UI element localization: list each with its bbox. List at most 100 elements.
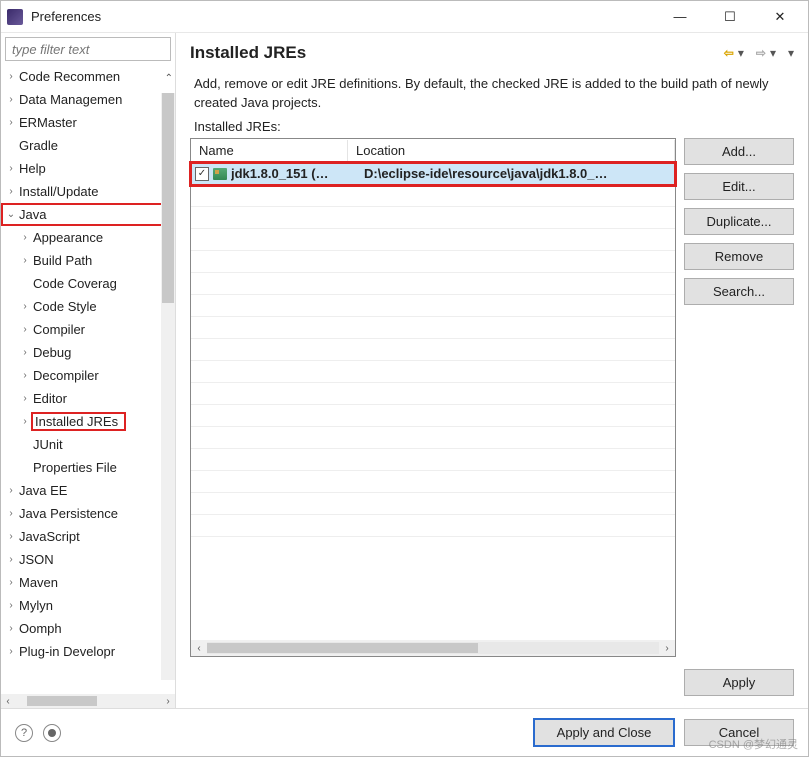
nav-forward-icon[interactable]: ⇨ [756,46,766,60]
tree-item-label: Code Recommen [17,69,122,84]
jre-checkbox[interactable]: ✓ [195,167,209,181]
window-title: Preferences [31,9,664,24]
maximize-button[interactable]: ☐ [714,9,746,25]
tree-item-java[interactable]: ⌄Java [1,203,175,226]
tree-item-label: ERMaster [17,115,79,130]
tree-item-code-style[interactable]: ›Code Style [1,295,175,318]
tree-item-compiler[interactable]: ›Compiler [1,318,175,341]
tree-item-label: Data Managemen [17,92,124,107]
tree-item-label: JavaScript [17,529,82,544]
view-menu-icon[interactable]: ▾ [788,46,794,60]
table-header: Name Location [191,139,675,163]
tree-item-installed-jres[interactable]: ›Installed JREs [1,410,175,433]
tree-item-label: Compiler [31,322,87,337]
chevron-right-icon[interactable]: › [5,600,17,611]
scrollbar-thumb[interactable] [162,93,174,303]
tree-item-label: Install/Update [17,184,101,199]
tree-item-label: Java Persistence [17,506,120,521]
duplicate-button[interactable]: Duplicate... [684,208,794,235]
column-header-name[interactable]: Name [191,140,348,161]
tree-item-label: Help [17,161,48,176]
column-header-location[interactable]: Location [348,140,675,161]
chevron-right-icon[interactable]: › [5,623,17,634]
tree-item-install-update[interactable]: ›Install/Update [1,180,175,203]
nav-back-icon[interactable]: ⇦ [724,46,734,60]
tree-item-mylyn[interactable]: ›Mylyn [1,594,175,617]
tree-item-json[interactable]: ›JSON [1,548,175,571]
chevron-right-icon[interactable]: › [19,416,31,427]
chevron-right-icon[interactable]: › [5,646,17,657]
chevron-right-icon[interactable]: › [19,347,31,358]
scrollbar-thumb[interactable] [27,696,97,706]
tree-item-plug-in-developr[interactable]: ›Plug-in Developr [1,640,175,663]
remove-button[interactable]: Remove [684,243,794,270]
chevron-right-icon[interactable]: › [5,508,17,519]
tree-item-appearance[interactable]: ›Appearance [1,226,175,249]
tree-item-build-path[interactable]: ›Build Path [1,249,175,272]
chevron-right-icon[interactable]: › [19,393,31,404]
chevron-down-icon[interactable]: ⌄ [5,209,17,220]
tree-item-label: Gradle [17,138,60,153]
chevron-right-icon[interactable]: › [19,370,31,381]
app-icon [7,9,23,25]
tree-item-java-persistence[interactable]: ›Java Persistence [1,502,175,525]
chevron-right-icon[interactable]: › [5,186,17,197]
scrollbar-thumb[interactable] [207,643,478,653]
tree-item-oomph[interactable]: ›Oomph [1,617,175,640]
chevron-right-icon[interactable]: › [19,301,31,312]
tree-item-debug[interactable]: ›Debug [1,341,175,364]
tree-item-label: Mylyn [17,598,55,613]
tree-item-decompiler[interactable]: ›Decompiler [1,364,175,387]
tree-item-gradle[interactable]: ›Gradle [1,134,175,157]
tree-item-code-coverag[interactable]: ›Code Coverag [1,272,175,295]
jre-row[interactable]: ✓ jdk1.8.0_151 (… D:\eclipse-ide\resourc… [191,163,675,185]
chevron-right-icon[interactable]: › [5,577,17,588]
tree-item-label: Code Style [31,299,99,314]
oomph-recorder-icon[interactable] [43,724,61,742]
tree-item-label: Java EE [17,483,69,498]
apply-button[interactable]: Apply [684,669,794,696]
nav-forward-menu[interactable]: ▾ [770,46,776,60]
tree-item-label: JUnit [31,437,65,452]
chevron-right-icon[interactable]: › [19,255,31,266]
tree-item-ermaster[interactable]: ›ERMaster [1,111,175,134]
chevron-right-icon[interactable]: › [19,232,31,243]
chevron-right-icon[interactable]: › [5,531,17,542]
tree-item-javascript[interactable]: ›JavaScript [1,525,175,548]
tree-scrollbar-horizontal[interactable]: ‹ › [1,694,175,708]
add-button[interactable]: Add... [684,138,794,165]
jre-table[interactable]: Name Location ✓ jdk1.8.0_151 (… D:\eclip… [190,138,676,657]
tree-item-editor[interactable]: ›Editor [1,387,175,410]
tree-item-junit[interactable]: ›JUnit [1,433,175,456]
tree-item-maven[interactable]: ›Maven [1,571,175,594]
tree-item-label: Oomph [17,621,64,636]
chevron-right-icon[interactable]: › [19,324,31,335]
minimize-button[interactable]: — [664,9,696,25]
tree-item-label: Debug [31,345,73,360]
chevron-right-icon[interactable]: › [5,71,17,82]
jre-name: jdk1.8.0_151 (… [231,166,364,181]
preferences-tree-panel: ›Code Recommen›Data Managemen›ERMaster›G… [1,33,176,708]
close-button[interactable]: ✕ [764,9,796,25]
chevron-right-icon[interactable]: › [5,117,17,128]
apply-and-close-button[interactable]: Apply and Close [534,719,674,746]
chevron-right-icon[interactable]: › [5,163,17,174]
cancel-button[interactable]: Cancel [684,719,794,746]
tree-item-java-ee[interactable]: ›Java EE [1,479,175,502]
nav-back-menu[interactable]: ▾ [738,46,744,60]
chevron-right-icon[interactable]: › [5,94,17,105]
chevron-right-icon[interactable]: › [5,554,17,565]
tree-item-properties-file[interactable]: ›Properties File [1,456,175,479]
tree-item-data-managemen[interactable]: ›Data Managemen [1,88,175,111]
tree-item-code-recommen[interactable]: ›Code Recommen [1,65,175,88]
search-button[interactable]: Search... [684,278,794,305]
table-scrollbar-horizontal[interactable]: ‹ › [191,640,675,656]
preferences-tree[interactable]: ›Code Recommen›Data Managemen›ERMaster›G… [1,65,175,694]
list-label: Installed JREs: [176,119,808,138]
tree-item-help[interactable]: ›Help [1,157,175,180]
edit-button[interactable]: Edit... [684,173,794,200]
help-icon[interactable]: ? [15,724,33,742]
chevron-right-icon[interactable]: › [5,485,17,496]
tree-scrollbar-vertical[interactable]: ⌃ [161,93,175,680]
filter-input[interactable] [5,37,171,61]
